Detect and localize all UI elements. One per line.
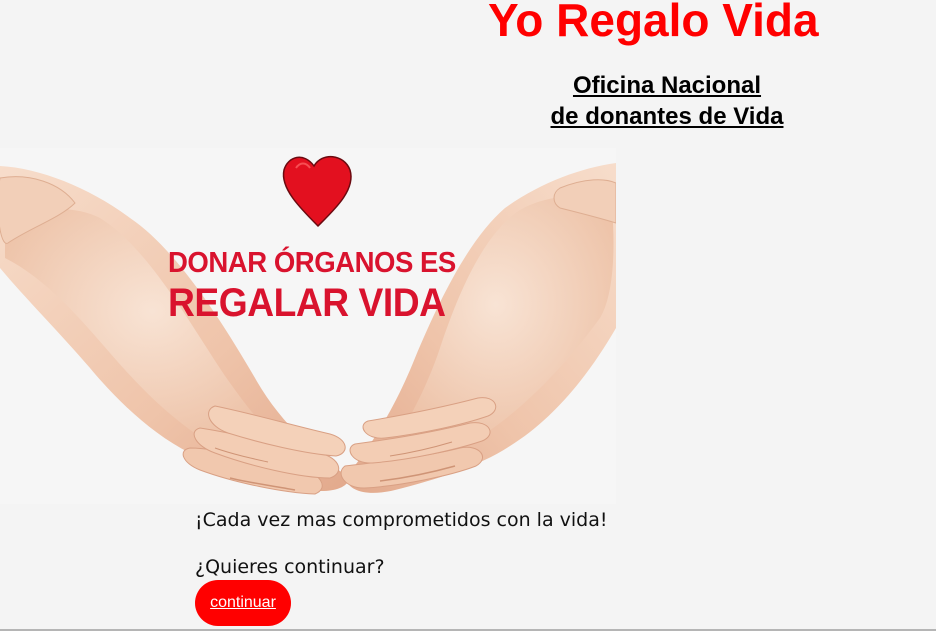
subtitle-line-2: de donantes de Vida bbox=[550, 103, 784, 130]
continue-button[interactable]: continuar bbox=[195, 580, 291, 626]
subtitle-line-1: Oficina Nacional bbox=[572, 72, 762, 99]
hero-line-1: DONAR ÓRGANOS ES bbox=[168, 247, 456, 279]
hero-line-2: REGALAR VIDA bbox=[168, 281, 446, 325]
continue-question: ¿Quieres continuar? bbox=[195, 556, 385, 578]
commitment-tagline: ¡Cada vez mas comprometidos con la vida! bbox=[195, 509, 608, 531]
site-title: Yo Regalo Vida bbox=[488, 0, 819, 46]
hero-image: DONAR ÓRGANOS ES REGALAR VIDA bbox=[0, 148, 616, 504]
office-subtitle: Oficina Nacional de donantes de Vida bbox=[536, 70, 798, 132]
